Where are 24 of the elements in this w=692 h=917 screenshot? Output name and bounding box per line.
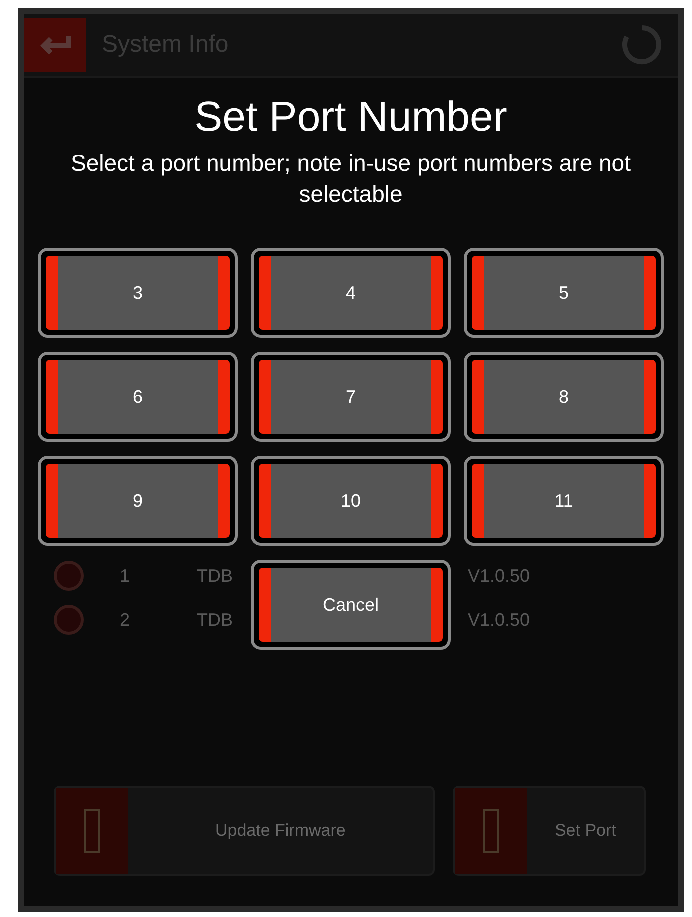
radio-button[interactable] (54, 561, 84, 591)
port-button[interactable]: 3 (38, 248, 238, 338)
port-button[interactable]: 8 (464, 352, 664, 442)
back-button[interactable] (24, 18, 86, 72)
port-button[interactable]: 6 (38, 352, 238, 442)
port-button[interactable]: 7 (251, 352, 451, 442)
device-name: TDB (197, 566, 233, 586)
port-button[interactable]: 9 (38, 456, 238, 546)
device-index: 2 (120, 610, 130, 630)
port-button[interactable]: 10 (251, 456, 451, 546)
dialog-title: Set Port Number (194, 92, 508, 142)
port-button[interactable]: 11 (464, 456, 664, 546)
radio-button[interactable] (54, 605, 84, 635)
port-button[interactable]: 5 (464, 248, 664, 338)
cancel-button[interactable]: Cancel (251, 560, 451, 650)
device-version: V1.0.50 (468, 566, 530, 586)
device-name: TDB (197, 610, 233, 630)
usb-stick-icon (482, 808, 500, 854)
port-button[interactable]: 4 (251, 248, 451, 338)
refresh-icon[interactable] (620, 23, 664, 67)
device-index: 1 (120, 566, 130, 586)
usb-stick-icon (83, 808, 101, 854)
dialog-message: Select a port number; note in-use port numbers are not selectable (70, 149, 632, 209)
device-version: V1.0.50 (468, 610, 530, 630)
